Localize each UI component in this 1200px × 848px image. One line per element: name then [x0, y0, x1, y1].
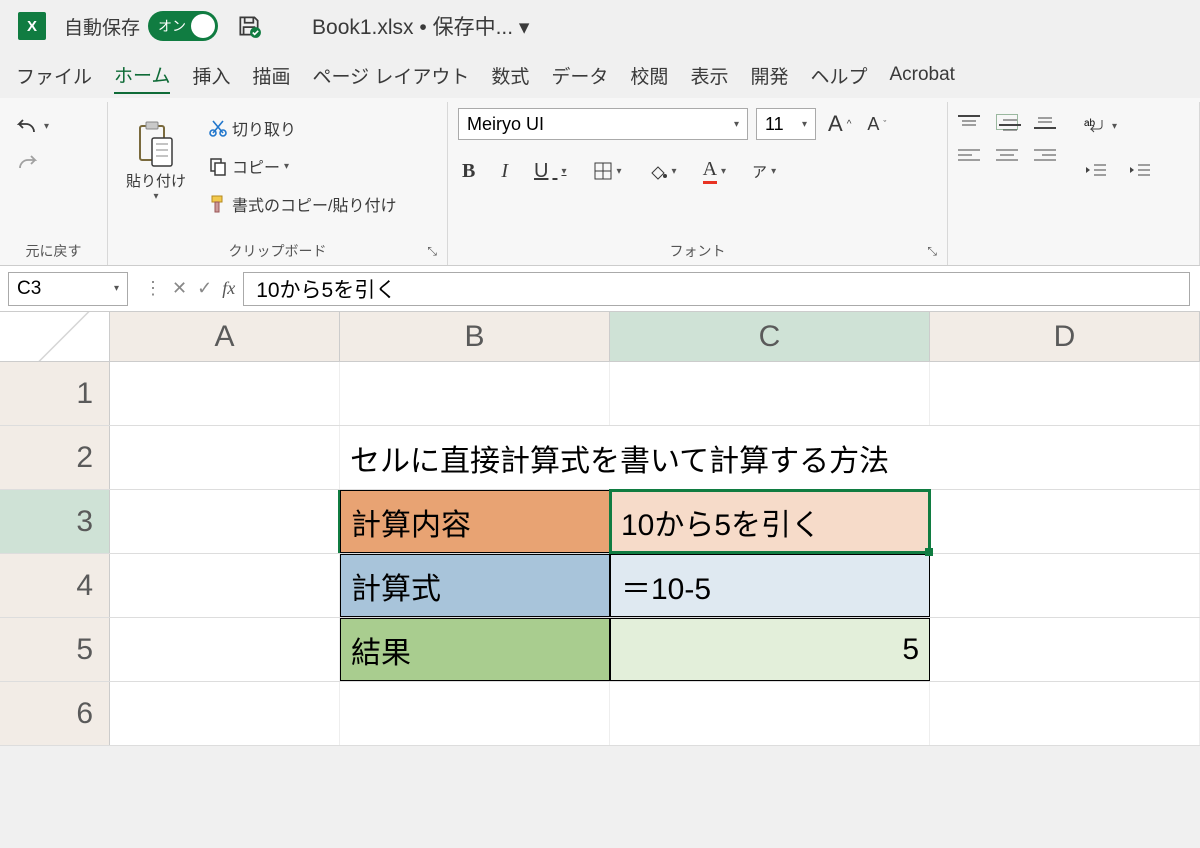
- svg-text:ab: ab: [1084, 118, 1096, 129]
- cell-d5[interactable]: [930, 618, 1200, 681]
- chevron-down-icon: ▾: [284, 161, 289, 172]
- dialog-launcher-icon[interactable]: ⤡: [427, 244, 437, 259]
- tab-draw[interactable]: 描画: [252, 58, 290, 93]
- wrap-text-button[interactable]: ab▾: [1080, 114, 1154, 138]
- row-header-5[interactable]: 5: [0, 618, 110, 681]
- font-size-dropdown[interactable]: 11▾: [756, 108, 816, 140]
- align-top-button[interactable]: [958, 114, 980, 130]
- dots-icon: ⋮: [144, 278, 162, 299]
- cell-a1[interactable]: [110, 362, 340, 425]
- title-bar: X 自動保存 オン Book1.xlsx • 保存中... ▾: [0, 0, 1200, 52]
- autosave-toggle[interactable]: オン: [148, 11, 218, 41]
- cell-c4[interactable]: ＝10-5: [610, 554, 930, 617]
- bold-button[interactable]: B: [458, 158, 479, 185]
- undo-button[interactable]: ▾: [10, 114, 53, 138]
- row-header-4[interactable]: 4: [0, 554, 110, 617]
- enter-icon[interactable]: ✓: [197, 278, 212, 299]
- chevron-down-icon: ▾: [44, 121, 49, 132]
- cell-c1[interactable]: [610, 362, 930, 425]
- name-box[interactable]: C3▾: [8, 272, 128, 306]
- cancel-icon[interactable]: ✕: [172, 278, 187, 299]
- cell-d4[interactable]: [930, 554, 1200, 617]
- row-header-1[interactable]: 1: [0, 362, 110, 425]
- cell-a6[interactable]: [110, 682, 340, 745]
- worksheet-grid[interactable]: A B C D 1 2 セルに直接計算式を書いて計算する方法 3 計算内容 10…: [0, 312, 1200, 746]
- cell-b5[interactable]: 結果: [340, 618, 610, 681]
- tab-file[interactable]: ファイル: [16, 58, 92, 93]
- chevron-down-icon: ▾: [153, 191, 158, 202]
- save-icon[interactable]: [236, 13, 262, 39]
- redo-button[interactable]: [10, 150, 44, 174]
- col-header-d[interactable]: D: [930, 312, 1200, 361]
- paste-button[interactable]: 貼り付け ▾: [118, 118, 194, 204]
- cell-b6[interactable]: [340, 682, 610, 745]
- cell-b4[interactable]: 計算式: [340, 554, 610, 617]
- dialog-launcher-icon[interactable]: ⤡: [927, 244, 937, 259]
- formula-input[interactable]: 10から5を引く: [243, 272, 1190, 306]
- decrease-indent-button[interactable]: [1080, 160, 1110, 180]
- cell-c6[interactable]: [610, 682, 930, 745]
- shrink-font-button[interactable]: Aˇ: [863, 108, 890, 140]
- excel-app-icon: X: [18, 12, 46, 40]
- cell-d6[interactable]: [930, 682, 1200, 745]
- grow-font-button[interactable]: A^: [824, 108, 855, 140]
- row-header-2[interactable]: 2: [0, 426, 110, 489]
- cell-a4[interactable]: [110, 554, 340, 617]
- cell-b1[interactable]: [340, 362, 610, 425]
- tab-formulas[interactable]: 数式: [491, 58, 529, 93]
- tab-view[interactable]: 表示: [690, 58, 728, 93]
- cell-b3[interactable]: 計算内容: [340, 490, 610, 553]
- col-header-a[interactable]: A: [110, 312, 340, 361]
- tab-home[interactable]: ホーム: [114, 57, 170, 94]
- cell-b2[interactable]: セルに直接計算式を書いて計算する方法: [340, 426, 1200, 489]
- cell-d3[interactable]: [930, 490, 1200, 553]
- row-header-6[interactable]: 6: [0, 682, 110, 745]
- increase-indent-button[interactable]: [1124, 160, 1154, 180]
- tab-review[interactable]: 校閲: [630, 58, 668, 93]
- undo-group-label: 元に戻す: [10, 241, 97, 263]
- underline-button[interactable]: U ▾: [530, 158, 570, 185]
- cut-button[interactable]: 切り取り: [204, 114, 400, 142]
- italic-button[interactable]: I: [497, 158, 512, 185]
- cell-a3[interactable]: [110, 490, 340, 553]
- select-all-corner[interactable]: [0, 312, 110, 361]
- align-right-button[interactable]: [1034, 148, 1056, 164]
- cell-d1[interactable]: [930, 362, 1200, 425]
- align-middle-button[interactable]: [996, 114, 1018, 130]
- tab-help[interactable]: ヘルプ: [810, 58, 867, 93]
- format-painter-button[interactable]: 書式のコピー/貼り付け: [204, 190, 400, 218]
- tab-layout[interactable]: ページ レイアウト: [312, 58, 469, 93]
- formula-bar: C3▾ ⋮ ✕ ✓ fx 10から5を引く: [0, 266, 1200, 312]
- row-header-3[interactable]: 3: [0, 490, 110, 553]
- font-group-label: フォント⤡: [458, 241, 937, 263]
- fill-color-button[interactable]: ▾: [644, 159, 681, 183]
- align-bottom-button[interactable]: [1034, 114, 1056, 130]
- phonetic-button[interactable]: ア▾: [748, 159, 780, 184]
- cell-a2[interactable]: [110, 426, 340, 489]
- copy-button[interactable]: コピー ▾: [204, 152, 400, 180]
- font-name-dropdown[interactable]: Meiryo UI▾: [458, 108, 748, 140]
- ribbon: ▾ 元に戻す 貼り付け ▾ 切り取り コピー: [0, 98, 1200, 266]
- cell-c5[interactable]: 5: [610, 618, 930, 681]
- cell-c3[interactable]: 10から5を引く: [610, 490, 930, 553]
- col-header-c[interactable]: C: [610, 312, 930, 361]
- fx-icon[interactable]: fx: [222, 278, 235, 299]
- font-color-button[interactable]: A▾: [699, 156, 730, 186]
- autosave-label: 自動保存: [64, 13, 140, 40]
- tab-acrobat[interactable]: Acrobat: [889, 60, 954, 90]
- document-title[interactable]: Book1.xlsx • 保存中... ▾: [312, 11, 529, 41]
- align-center-button[interactable]: [996, 148, 1018, 164]
- tab-insert[interactable]: 挿入: [192, 58, 230, 93]
- cell-a5[interactable]: [110, 618, 340, 681]
- tab-data[interactable]: データ: [551, 58, 608, 93]
- borders-button[interactable]: ▾: [589, 159, 626, 183]
- col-header-b[interactable]: B: [340, 312, 610, 361]
- tab-developer[interactable]: 開発: [750, 58, 788, 93]
- ribbon-tabs: ファイル ホーム 挿入 描画 ページ レイアウト 数式 データ 校閲 表示 開発…: [0, 52, 1200, 98]
- align-left-button[interactable]: [958, 148, 980, 164]
- clipboard-group-label: クリップボード⤡: [118, 241, 437, 263]
